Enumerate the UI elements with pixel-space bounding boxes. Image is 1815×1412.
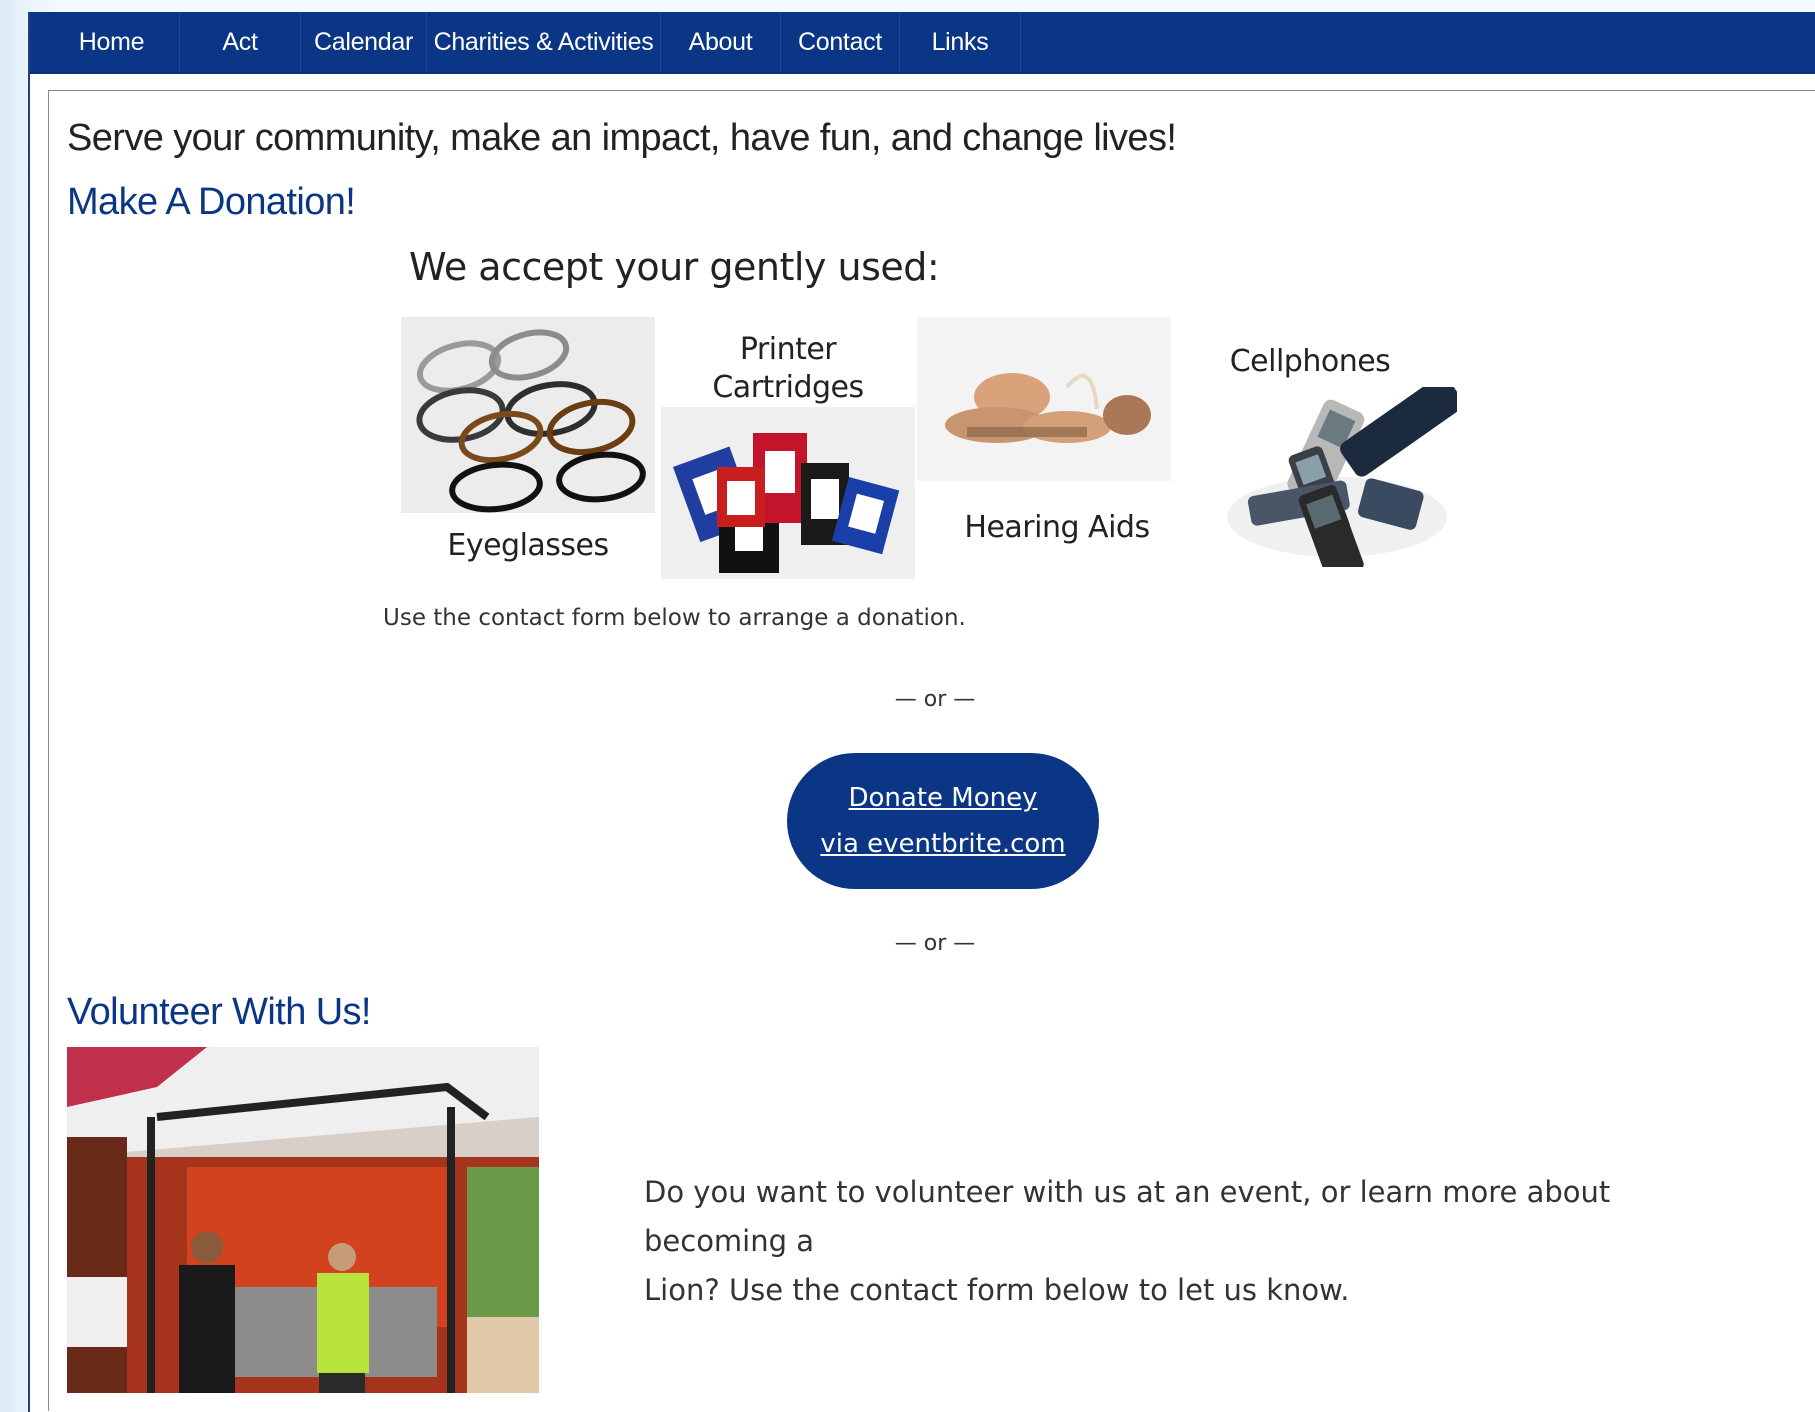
eyeglasses-image [401,317,655,513]
nav-about[interactable]: About [661,12,781,72]
nav-contact[interactable]: Contact [781,12,900,72]
volunteer-description-line2: Lion? Use the contact form below to let … [644,1273,1350,1307]
donate-money-button[interactable]: Donate Money via eventbrite.com [787,753,1099,889]
hearing-aids-label: Hearing Aids [964,510,1150,545]
cellphones-image [1227,387,1457,567]
nav-links[interactable]: Links [900,12,1021,72]
cellphones-label: Cellphones [1229,344,1391,379]
content-area: Serve your community, make an impact, ha… [48,90,1815,1411]
donation-contact-note: Use the contact form below to arrange a … [383,605,966,631]
nav-act[interactable]: Act [180,12,301,72]
volunteer-photo [67,1047,539,1393]
page-tagline: Serve your community, make an impact, ha… [67,117,1177,159]
nav-charities-activities[interactable]: Charities & Activities [427,12,661,72]
printer-cartridges-image [661,407,915,579]
printer-cartridges-label-line1: Printer [739,332,837,367]
or-separator-2: — or — [894,931,976,956]
hearing-aids-image [917,317,1171,481]
page-frame: Home Act Calendar Charities & Activities… [28,12,1815,1412]
printer-cartridges-label-line2: Cartridges [712,370,864,405]
volunteer-heading: Volunteer With Us! [67,991,371,1033]
eyeglasses-label: Eyeglasses [447,528,609,563]
accept-title: We accept your gently used: [409,245,940,289]
printer-cartridges-label: Printer Cartridges [661,331,915,407]
donation-heading: Make A Donation! [67,181,356,223]
donate-money-label-line1[interactable]: Donate Money [787,775,1099,821]
volunteer-description-line1: Do you want to volunteer with us at an e… [644,1175,1611,1258]
nav-home[interactable]: Home [44,12,180,72]
main-navigation: Home Act Calendar Charities & Activities… [30,12,1815,74]
donate-money-label-line2[interactable]: via eventbrite.com [787,821,1099,867]
volunteer-description: Do you want to volunteer with us at an e… [644,1168,1744,1315]
or-separator-1: — or — [894,687,976,712]
nav-calendar[interactable]: Calendar [301,12,427,72]
